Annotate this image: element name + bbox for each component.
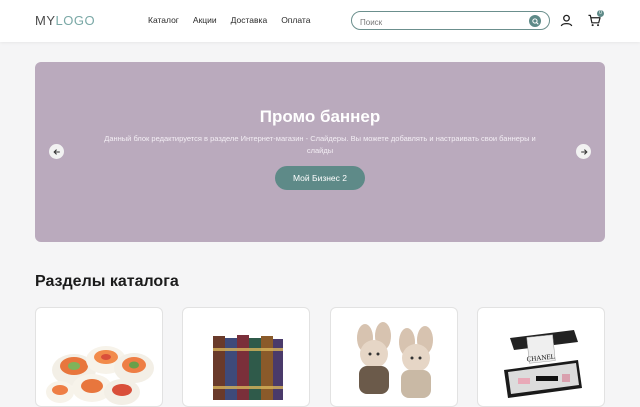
user-icon[interactable] xyxy=(560,14,573,27)
search-button[interactable] xyxy=(529,15,541,27)
toys-image xyxy=(357,322,433,398)
logo[interactable]: MYLOGO xyxy=(35,13,95,28)
search-input[interactable] xyxy=(352,14,522,31)
nav-item-delivery[interactable]: Доставка xyxy=(231,15,268,25)
main-nav: Каталог Акции Доставка Оплата xyxy=(148,15,310,25)
catalog-card-toys[interactable] xyxy=(330,307,458,407)
search-box xyxy=(351,11,550,31)
cart-count-badge: 0 xyxy=(597,10,604,17)
arrow-left-icon xyxy=(52,148,60,155)
banner-title: Промо баннер xyxy=(259,107,381,126)
search-icon xyxy=(531,17,539,25)
logo-text-logo: LOGO xyxy=(55,13,96,28)
chanel-label: CHANEL xyxy=(526,353,555,364)
banner-text: Данный блок редактируется в разделе Инте… xyxy=(104,134,536,155)
catalog-card-sushi[interactable] xyxy=(35,307,163,407)
perfume-image: CHANEL xyxy=(504,330,582,398)
nav-item-payment[interactable]: Оплата xyxy=(281,15,310,25)
header: MYLOGO Каталог Акции Доставка Оплата 0 xyxy=(0,0,640,42)
banner-button[interactable]: Мой Бизнес 2 xyxy=(275,166,365,190)
catalog-card-perfume[interactable]: CHANEL xyxy=(477,307,605,407)
sushi-image xyxy=(46,346,154,405)
arrow-right-icon xyxy=(580,148,588,155)
books-image xyxy=(213,335,283,400)
nav-item-promotions[interactable]: Акции xyxy=(193,15,217,25)
promo-banner: Промо баннер Данный блок редактируется в… xyxy=(35,62,605,242)
catalog-section-title: Разделы каталога xyxy=(35,273,179,290)
logo-text-my: MY xyxy=(35,13,56,28)
slider-prev-button[interactable] xyxy=(49,144,64,159)
slider-next-button[interactable] xyxy=(576,144,591,159)
catalog-card-books[interactable] xyxy=(182,307,310,407)
nav-item-catalog[interactable]: Каталог xyxy=(148,15,179,25)
